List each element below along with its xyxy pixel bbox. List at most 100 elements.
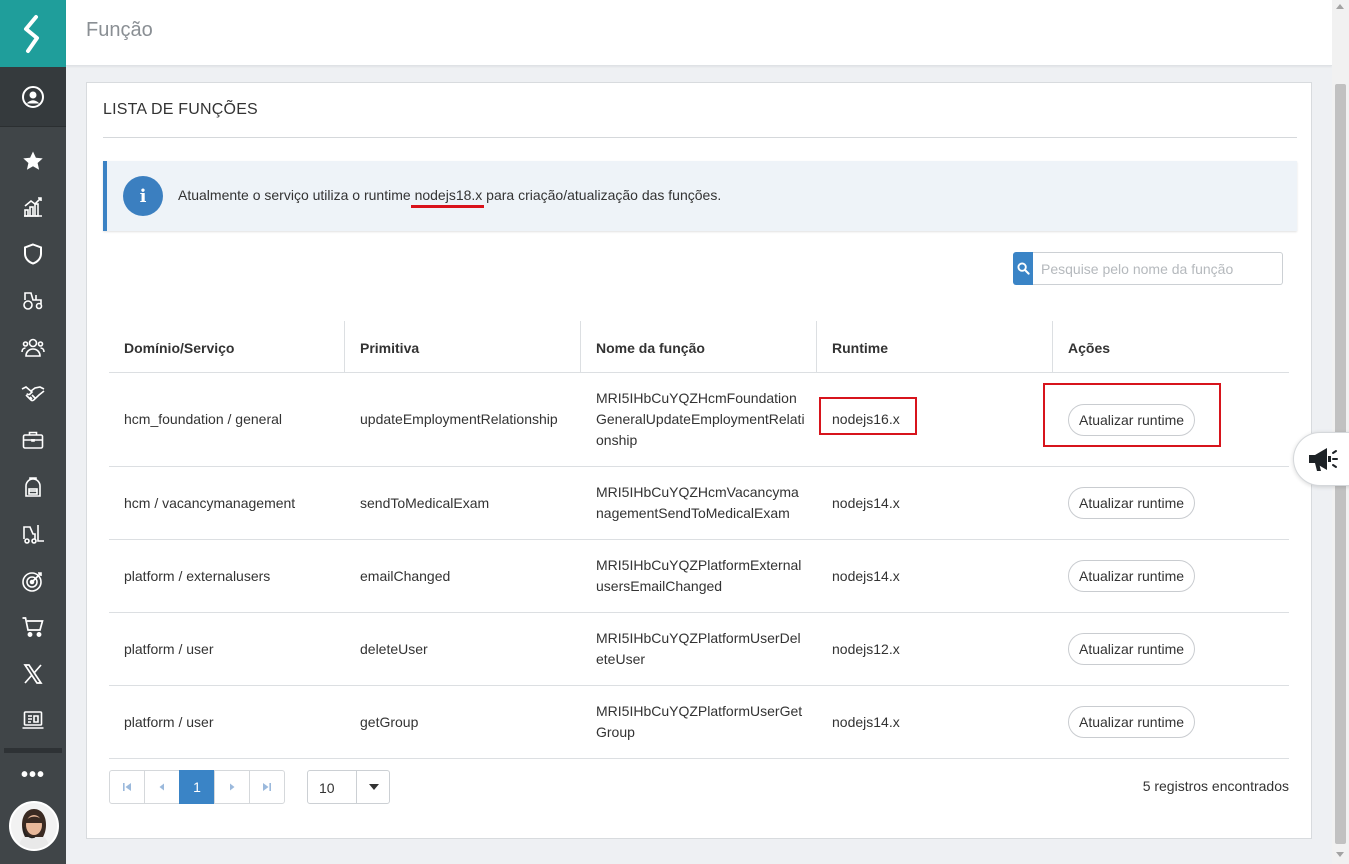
sidebar-item-goals[interactable] xyxy=(0,561,66,601)
update-runtime-button[interactable]: Atualizar runtime xyxy=(1068,560,1196,592)
next-page-button[interactable] xyxy=(214,770,250,804)
sidebar-item-security[interactable] xyxy=(0,234,66,274)
avatar-image xyxy=(11,803,57,849)
page-size-dropdown-button[interactable] xyxy=(356,771,390,803)
page-title: Função xyxy=(86,19,153,41)
search-box xyxy=(1013,252,1283,285)
sidebar-item-favorites[interactable] xyxy=(0,141,66,181)
last-page-button[interactable] xyxy=(249,770,285,804)
backpack-icon xyxy=(25,477,41,497)
star-icon xyxy=(23,151,43,170)
page-header: Função xyxy=(66,0,1332,66)
sidebar-item-agro[interactable] xyxy=(0,280,66,320)
cell-runtime: nodejs14.x xyxy=(832,713,900,730)
sidebar-divider xyxy=(4,748,62,753)
user-profile-button[interactable] xyxy=(0,67,66,127)
table-row: platform / user deleteUser MRI5IHbCuYQZP… xyxy=(109,613,1289,686)
cell-domain: hcm / vacancymanagement xyxy=(124,494,296,511)
prev-page-button[interactable] xyxy=(144,770,180,804)
pagination: 1 xyxy=(109,770,285,804)
sidebar-item-partners[interactable] xyxy=(0,373,66,413)
chevron-down-icon xyxy=(368,784,379,790)
cell-primitive: emailChanged xyxy=(360,567,451,584)
alert-text-after: para criação/atualização das funções. xyxy=(486,187,722,203)
table-row: hcm / vacancymanagement sendToMedicalExa… xyxy=(109,467,1289,540)
briefcase-icon xyxy=(22,431,44,449)
cell-actions: Atualizar runtime xyxy=(1053,613,1196,685)
table-row: platform / user getGroup MRI5IHbCuYQZPla… xyxy=(109,686,1289,759)
records-count: 5 registros encontrados xyxy=(1142,778,1289,794)
update-runtime-button[interactable]: Atualizar runtime xyxy=(1068,633,1196,665)
cart-icon xyxy=(22,617,44,637)
sidebar-item-commerce[interactable] xyxy=(0,607,66,647)
runtime-info-alert: i Atualmente o serviço utiliza o runtime… xyxy=(103,161,1297,231)
forklift-icon xyxy=(23,525,44,544)
cell-primitive: updateEmploymentRelationship xyxy=(360,411,558,427)
cell-actions: Atualizar runtime xyxy=(1053,467,1196,539)
cell-primitive: deleteUser xyxy=(360,640,428,657)
column-header-primitive[interactable]: Primitiva xyxy=(344,321,580,373)
sidebar-item-people[interactable] xyxy=(0,327,66,367)
logo-icon xyxy=(24,14,39,53)
sidebar-item-analytics[interactable] xyxy=(0,187,66,227)
scroll-up-arrow[interactable] xyxy=(1336,4,1344,9)
sidebar-item-logistics[interactable] xyxy=(0,514,66,554)
shield-icon xyxy=(24,243,42,265)
functions-card: LISTA DE FUNÇÕES i Atualmente o serviço … xyxy=(86,82,1312,839)
announcements-button[interactable] xyxy=(1293,432,1349,486)
cell-domain: platform / user xyxy=(124,640,214,657)
card-title: LISTA DE FUNÇÕES xyxy=(103,101,258,118)
cell-runtime: nodejs12.x xyxy=(832,640,900,657)
sidebar: ••• xyxy=(0,0,66,864)
cell-actions: Atualizar runtime xyxy=(1053,686,1196,758)
laptop-icon xyxy=(22,711,44,729)
update-runtime-button[interactable]: Atualizar runtime xyxy=(1068,487,1196,519)
alert-runtime-highlight: nodejs18.x xyxy=(414,187,483,203)
cell-runtime: nodejs14.x xyxy=(832,567,900,584)
app-logo[interactable] xyxy=(0,0,66,67)
table-row: platform / externalusers emailChanged MR… xyxy=(109,540,1289,613)
column-header-runtime[interactable]: Runtime xyxy=(816,321,1052,373)
sidebar-more-button[interactable]: ••• xyxy=(0,760,66,790)
cell-actions: Atualizar runtime xyxy=(1053,540,1196,612)
search-input[interactable] xyxy=(1033,252,1283,285)
first-page-button[interactable] xyxy=(109,770,145,804)
handshake-icon xyxy=(21,386,45,402)
page-1-button[interactable]: 1 xyxy=(179,770,215,804)
column-header-domain[interactable]: Domínio/Serviço xyxy=(109,321,345,373)
sidebar-item-education[interactable] xyxy=(0,467,66,507)
page-size-value: 10 xyxy=(319,780,335,796)
cell-function-name: MRI5IHbCuYQZPlatformUserDeleteUser xyxy=(596,630,801,667)
user-avatar[interactable] xyxy=(9,801,59,851)
people-icon xyxy=(21,338,45,357)
cell-domain: platform / user xyxy=(124,713,214,730)
megaphone-icon xyxy=(1309,448,1338,471)
tractor-icon xyxy=(23,292,43,310)
prev-page-icon xyxy=(159,783,164,791)
info-icon: i xyxy=(123,176,163,216)
alert-text: Atualmente o serviço utiliza o runtime n… xyxy=(178,187,721,203)
sidebar-item-devices[interactable] xyxy=(0,700,66,740)
page-size-select[interactable]: 10 xyxy=(307,770,390,804)
update-runtime-button[interactable]: Atualizar runtime xyxy=(1068,706,1196,738)
next-page-icon xyxy=(230,783,235,791)
highlight-box-action xyxy=(1043,383,1221,447)
search-icon xyxy=(1016,262,1030,275)
card-divider xyxy=(103,137,1297,138)
search-button[interactable] xyxy=(1013,252,1033,285)
target-icon xyxy=(22,572,42,592)
scroll-down-arrow[interactable] xyxy=(1336,852,1344,857)
chart-icon xyxy=(24,197,42,217)
cell-primitive: getGroup xyxy=(360,713,419,730)
column-header-actions: Ações xyxy=(1052,321,1289,373)
table-header: Domínio/Serviço Primitiva Nome da função… xyxy=(109,321,1289,373)
cell-domain: hcm_foundation / general xyxy=(124,411,282,427)
last-page-icon xyxy=(263,783,271,791)
user-circle-icon xyxy=(22,85,44,108)
column-header-function-name[interactable]: Nome da função xyxy=(580,321,816,373)
sidebar-item-x[interactable] xyxy=(0,654,66,694)
sidebar-item-business[interactable] xyxy=(0,420,66,460)
cell-domain: platform / externalusers xyxy=(124,567,271,584)
cell-function-name: MRI5IHbCuYQZHcmVacancymanagementSendToMe… xyxy=(596,484,799,521)
cell-function-name: MRI5IHbCuYQZHcmFoundationGeneralUpdateEm… xyxy=(596,390,805,448)
